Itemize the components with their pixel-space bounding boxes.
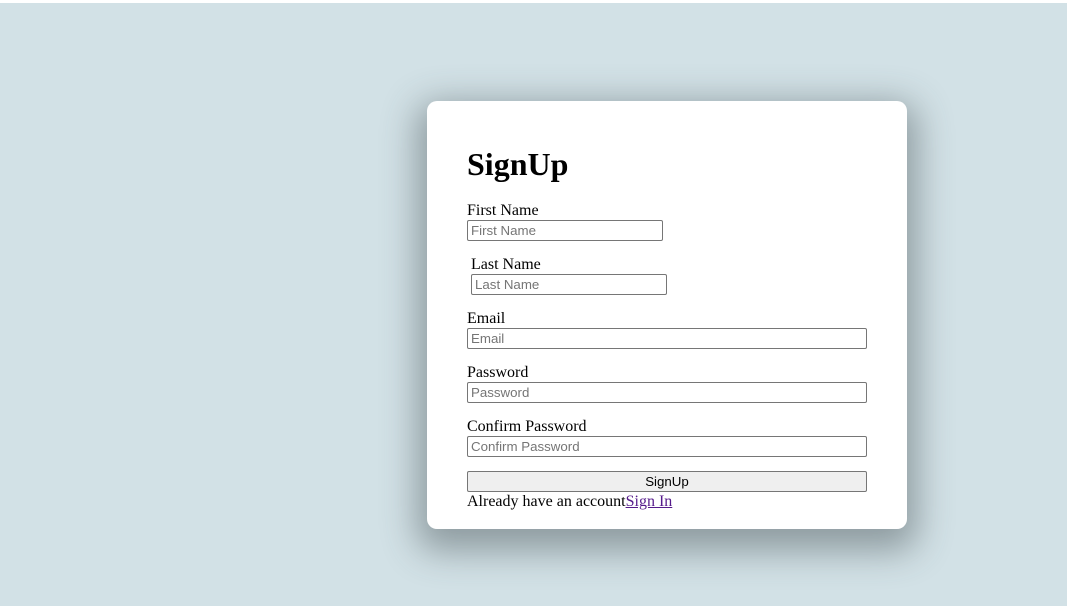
- password-input[interactable]: [467, 382, 867, 403]
- confirm-password-label: Confirm Password: [467, 418, 587, 435]
- last-name-label: Last Name: [471, 256, 541, 273]
- email-label: Email: [467, 310, 506, 327]
- first-name-input[interactable]: [467, 220, 663, 241]
- last-name-input[interactable]: [471, 274, 667, 295]
- signup-card: SignUp First Name Last Name Email Passwo…: [427, 101, 907, 529]
- password-label: Password: [467, 364, 529, 381]
- signin-link[interactable]: Sign In: [626, 493, 673, 510]
- email-input[interactable]: [467, 328, 867, 349]
- signin-prompt: Already have an accountSign In: [467, 493, 672, 511]
- first-name-label: First Name: [467, 202, 539, 219]
- confirm-password-input[interactable]: [467, 436, 867, 457]
- signin-prompt-text: Already have an account: [467, 493, 626, 510]
- signup-button[interactable]: SignUp: [467, 471, 867, 492]
- page-background: SignUp First Name Last Name Email Passwo…: [0, 3, 1067, 606]
- page-title: SignUp: [467, 146, 569, 182]
